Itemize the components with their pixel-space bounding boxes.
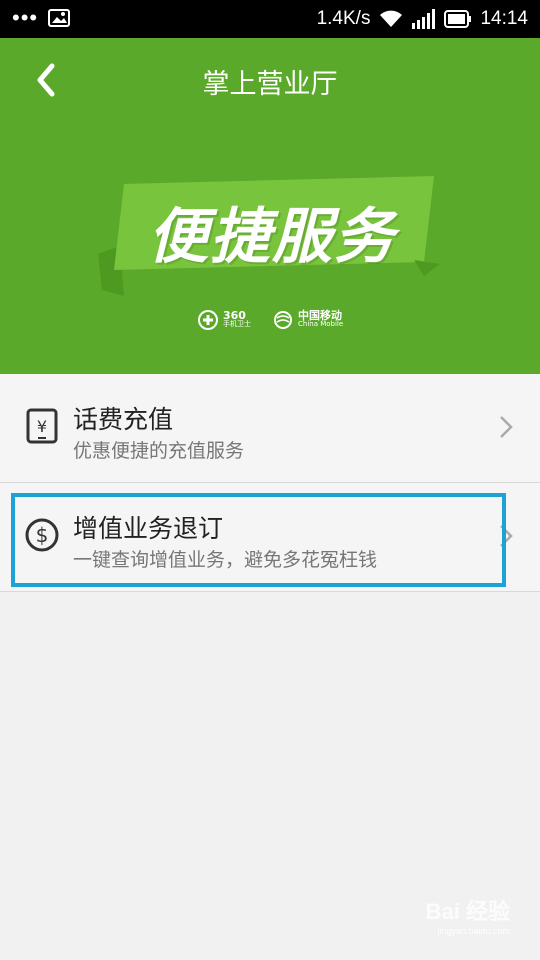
china-mobile-icon (274, 311, 292, 329)
network-speed: 1.4K/s (316, 8, 371, 29)
banner-title: 便捷服务 (148, 202, 396, 272)
svg-text:¥: ¥ (37, 417, 47, 436)
plus-circle-icon (198, 310, 218, 330)
service-list: ¥ 话费充值 优惠便捷的充值服务 $ 增值业务退订 一键查询增值业务，避免多花冤… (0, 374, 540, 592)
wifi-icon (380, 10, 403, 27)
svg-text:$: $ (36, 523, 49, 547)
watermark: Bai 经验 jingyan.baidu.com (426, 894, 510, 936)
signal-icon (412, 9, 436, 29)
image-notification-icon (48, 9, 71, 27)
status-bar: ••• 1.4K/s 14:14 (0, 0, 540, 38)
phone-yuan-icon: ¥ (26, 408, 58, 444)
dollar-coin-icon: $ (25, 518, 59, 552)
list-item-unsubscribe[interactable]: $ 增值业务退订 一键查询增值业务，避免多花冤枉钱 (0, 483, 540, 592)
status-time: 14:14 (480, 8, 528, 29)
list-item-subtitle: 一键查询增值业务，避免多花冤枉钱 (73, 549, 378, 571)
list-item-title: 话费充值 (73, 405, 174, 434)
list-item-title: 增值业务退订 (73, 514, 224, 543)
logo-china-mobile: 中国移动 China Mobile (273, 310, 343, 330)
list-item-subtitle: 优惠便捷的充值服务 (73, 440, 245, 462)
logo-cm-sub: China Mobile (298, 320, 344, 328)
chevron-right-icon (500, 416, 513, 438)
page-title: 掌上营业厅 (202, 69, 338, 100)
watermark-text: Bai 经验 (425, 899, 510, 924)
logo-360-main: 360 (223, 309, 246, 322)
list-item-recharge[interactable]: ¥ 话费充值 优惠便捷的充值服务 (0, 374, 540, 483)
logo-360: 360 手机卫士 (198, 310, 251, 330)
partner-logos: 360 手机卫士 中国移动 China Mobile (198, 310, 343, 330)
logo-360-sub: 手机卫士 (223, 320, 251, 328)
watermark-sub: jingyan.baidu.com (437, 926, 510, 936)
chevron-right-icon (500, 525, 513, 547)
logo-cm-main: 中国移动 (298, 309, 342, 322)
battery-icon (444, 10, 472, 28)
app-header: 掌上营业厅 便捷服务 360 手机卫士 中国移动 China Mobile (0, 38, 540, 374)
more-dots-icon: ••• (12, 5, 39, 30)
